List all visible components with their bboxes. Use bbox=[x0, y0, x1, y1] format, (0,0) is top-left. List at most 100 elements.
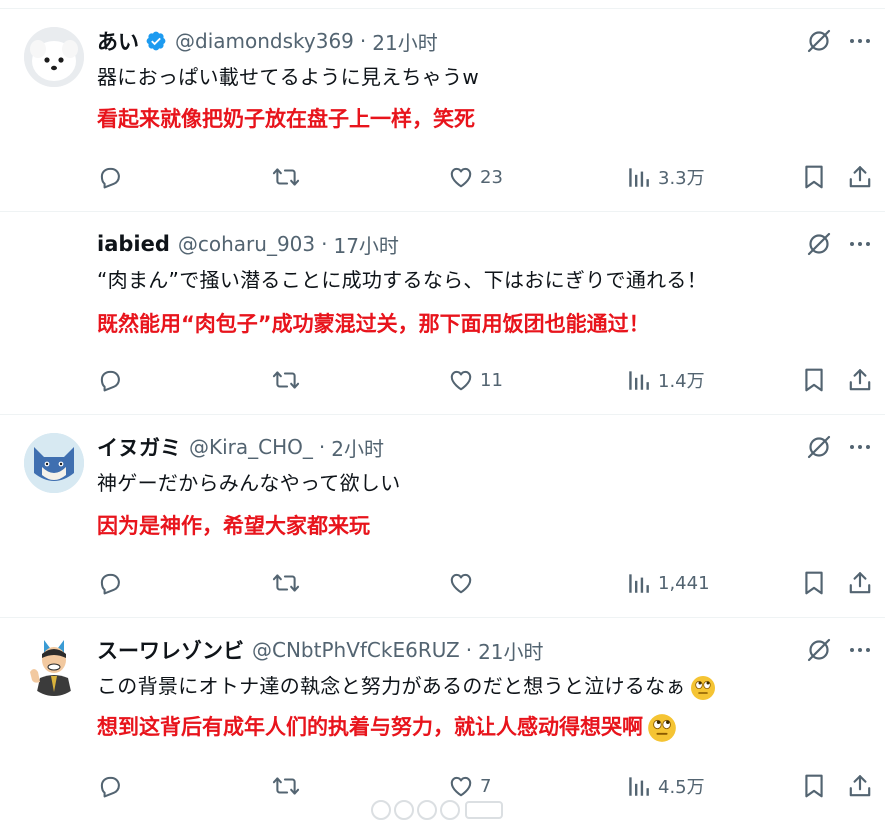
share-icon bbox=[849, 775, 871, 797]
white-dog-avatar bbox=[24, 27, 84, 87]
retweet-button[interactable] bbox=[272, 162, 300, 192]
grok-icon[interactable] bbox=[805, 27, 833, 55]
views-icon bbox=[629, 777, 649, 796]
grok-icon[interactable] bbox=[805, 636, 833, 664]
tweet[interactable]: イヌガミ @Kira_CHO_ · 2小时 神ゲーだからみんなやって欲しい 因为… bbox=[0, 414, 885, 617]
like-button[interactable] bbox=[448, 568, 480, 598]
reply-icon bbox=[100, 573, 120, 595]
tweet-text-content: この背景にオトナ達の執念と努力があるのだと想うと泣けるなぁ bbox=[97, 674, 686, 698]
views-button[interactable]: 1.4万 bbox=[626, 365, 705, 395]
blue-wolf-avatar bbox=[24, 433, 84, 493]
display-name[interactable]: あい bbox=[97, 26, 139, 56]
retweet-icon bbox=[272, 168, 300, 186]
rolling-eyes-emoji-icon bbox=[647, 713, 677, 743]
share-icon bbox=[849, 572, 871, 594]
rolling-eyes-emoji-icon bbox=[690, 675, 716, 701]
like-button[interactable]: 23 bbox=[448, 162, 503, 192]
like-count: 23 bbox=[480, 166, 503, 188]
bookmark-button[interactable] bbox=[802, 162, 826, 192]
avatar[interactable] bbox=[24, 230, 84, 290]
reply-icon bbox=[100, 370, 120, 392]
user-handle[interactable]: @coharu_903 bbox=[178, 232, 315, 256]
bookmark-button[interactable] bbox=[802, 568, 826, 598]
separator-dot: · bbox=[465, 638, 473, 662]
retweet-button[interactable] bbox=[272, 771, 300, 801]
view-count: 1,441 bbox=[658, 572, 710, 594]
reply-button[interactable] bbox=[97, 568, 123, 598]
bookmark-icon bbox=[805, 571, 823, 595]
user-handle[interactable]: @diamondsky369 bbox=[175, 29, 354, 53]
share-button[interactable] bbox=[847, 568, 873, 598]
grok-icon[interactable] bbox=[805, 433, 833, 461]
reply-icon bbox=[100, 167, 120, 189]
bookmark-button[interactable] bbox=[802, 365, 826, 395]
avatar[interactable] bbox=[24, 433, 84, 493]
share-icon bbox=[849, 166, 871, 188]
more-icon[interactable] bbox=[846, 433, 874, 461]
reply-button[interactable] bbox=[97, 162, 123, 192]
display-name[interactable]: イヌガミ bbox=[97, 432, 181, 462]
bookmark-button[interactable] bbox=[802, 771, 826, 801]
heart-icon bbox=[450, 370, 472, 391]
views-button[interactable]: 1,441 bbox=[626, 568, 710, 598]
tweet[interactable]: あい @diamondsky369 · 21小时 器におっぱい載せてるように見え… bbox=[0, 8, 885, 211]
tweet-text: 器におっぱい載せてるように見えちゃうw bbox=[97, 65, 480, 89]
like-count: 7 bbox=[480, 775, 492, 797]
blank-avatar bbox=[24, 230, 84, 290]
translation-text-content: 想到这背后有成年人们的执着与努力，就让人感动得想哭啊 bbox=[97, 715, 643, 739]
tweet[interactable]: iabied @coharu_903 · 17小时 “肉まん”で掻い潜ることに成… bbox=[0, 211, 885, 414]
more-icon[interactable] bbox=[846, 27, 874, 55]
heart-icon bbox=[450, 573, 472, 594]
view-count: 3.3万 bbox=[658, 168, 705, 189]
display-name[interactable]: スーワレゾンビ bbox=[97, 635, 244, 665]
separator-dot: · bbox=[318, 435, 326, 459]
watermark-logo bbox=[368, 797, 508, 823]
views-button[interactable]: 3.3万 bbox=[626, 162, 705, 192]
translation-text: 想到这背后有成年人们的执着与努力，就让人感动得想哭啊 bbox=[97, 711, 677, 743]
retweet-icon bbox=[272, 574, 300, 592]
views-icon bbox=[629, 371, 649, 390]
more-icon[interactable] bbox=[846, 230, 874, 258]
tweet-text: “肉まん”で掻い潜ることに成功するなら、下はおにぎりで通れる！ bbox=[97, 268, 708, 292]
grok-icon[interactable] bbox=[805, 230, 833, 258]
display-name[interactable]: iabied bbox=[97, 232, 170, 256]
reply-button[interactable] bbox=[97, 771, 123, 801]
retweet-button[interactable] bbox=[272, 365, 300, 395]
reply-icon bbox=[100, 776, 120, 798]
bookmark-icon bbox=[805, 368, 823, 392]
view-count: 1.4万 bbox=[658, 371, 705, 392]
more-icon[interactable] bbox=[846, 636, 874, 664]
heart-icon bbox=[450, 776, 472, 797]
tweet-text: この背景にオトナ達の執念と努力があるのだと想うと泣けるなぁ bbox=[97, 670, 716, 701]
tweet-text: 神ゲーだからみんなやって欲しい bbox=[97, 471, 401, 495]
reply-feed: あい @diamondsky369 · 21小时 器におっぱい載せてるように見え… bbox=[0, 0, 885, 833]
translation-text: 看起来就像把奶子放在盘子上一样，笑死 bbox=[97, 107, 475, 131]
retweet-icon bbox=[272, 777, 300, 795]
user-handle[interactable]: @Kira_CHO_ bbox=[189, 435, 313, 459]
views-icon bbox=[629, 168, 649, 187]
avatar[interactable] bbox=[24, 636, 84, 696]
views-icon bbox=[629, 574, 649, 593]
like-count: 11 bbox=[480, 369, 503, 391]
timestamp[interactable]: 21小时 bbox=[372, 27, 437, 56]
separator-dot: · bbox=[321, 232, 328, 256]
avatar[interactable] bbox=[24, 27, 84, 87]
cartoon-man-avatar bbox=[24, 636, 84, 696]
timestamp[interactable]: 17小时 bbox=[333, 230, 398, 259]
bookmark-icon bbox=[805, 165, 823, 189]
views-button[interactable]: 4.5万 bbox=[626, 771, 705, 801]
reply-button[interactable] bbox=[97, 365, 123, 395]
retweet-button[interactable] bbox=[272, 568, 300, 598]
timestamp[interactable]: 21小时 bbox=[478, 636, 543, 665]
like-button[interactable]: 11 bbox=[448, 365, 503, 395]
user-handle[interactable]: @CNbtPhVfCkE6RUZ bbox=[252, 638, 460, 662]
heart-icon bbox=[450, 167, 472, 188]
share-button[interactable] bbox=[847, 365, 873, 395]
share-button[interactable] bbox=[847, 162, 873, 192]
separator-dot: · bbox=[359, 29, 367, 53]
translation-text: 因为是神作，希望大家都来玩 bbox=[97, 514, 370, 538]
bookmark-icon bbox=[805, 774, 823, 798]
share-button[interactable] bbox=[847, 771, 873, 801]
verified-badge-icon bbox=[145, 30, 167, 52]
timestamp[interactable]: 2小时 bbox=[331, 433, 384, 462]
